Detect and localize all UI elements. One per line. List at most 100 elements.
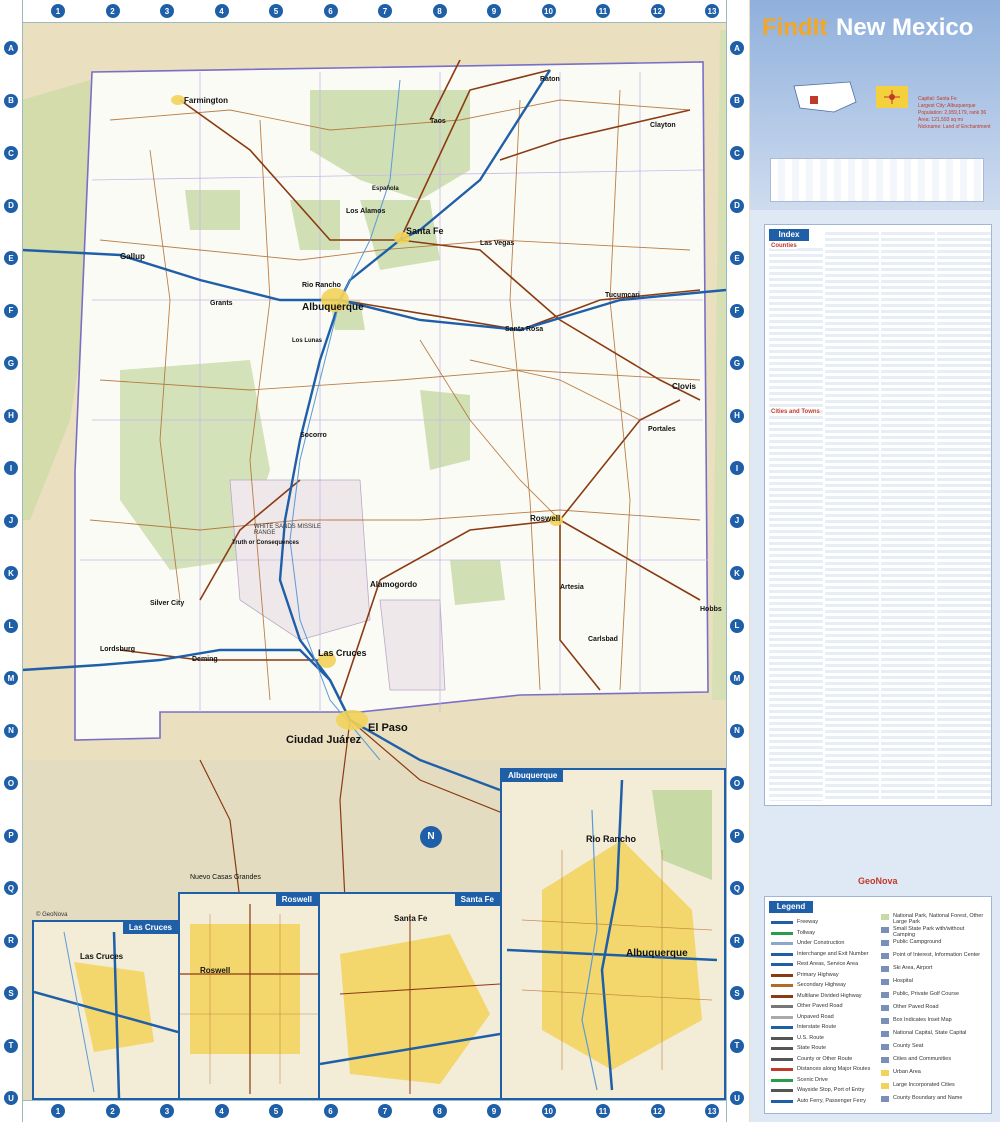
grid-row-I-left: I bbox=[4, 461, 18, 475]
inset-abq-rio-rancho: Rio Rancho bbox=[586, 834, 637, 844]
legend-item-label: Tollway bbox=[797, 929, 816, 936]
state-facts: Capital: Santa Fe Largest City: Albuquer… bbox=[918, 96, 998, 131]
grid-ruler-right bbox=[726, 0, 749, 1122]
state-title: New Mexico bbox=[836, 14, 974, 41]
grid-row-P-right: P bbox=[730, 828, 744, 843]
legend-swatch bbox=[771, 994, 793, 998]
legend-item-label: Scenic Drive bbox=[797, 1076, 828, 1083]
legend-item-label: Auto Ferry, Passenger Ferry bbox=[797, 1097, 866, 1104]
copyright-text: © GeoNova bbox=[36, 912, 68, 918]
grid-row-L-left: L bbox=[4, 618, 18, 633]
legend-item-label: Large Incorporated Cities bbox=[893, 1082, 955, 1088]
legend-symbol bbox=[881, 1096, 889, 1102]
grid-row-O-left: O bbox=[4, 776, 18, 790]
legend-swatch bbox=[771, 1057, 793, 1061]
compass-north-icon: N bbox=[420, 826, 442, 848]
legend-symbol bbox=[881, 1044, 889, 1050]
fact-largest-city: Largest City: Albuquerque bbox=[918, 103, 976, 109]
legend-symbol bbox=[881, 927, 889, 933]
grid-row-J-right: J bbox=[730, 513, 744, 528]
grid-row-G-right: G bbox=[730, 356, 744, 370]
grid-row-B-right: B bbox=[730, 93, 744, 108]
grid-row-L-right: L bbox=[730, 618, 744, 633]
grid-row-T-right: T bbox=[730, 1038, 744, 1053]
label-roswell: Roswell bbox=[530, 514, 561, 523]
legend-item-label: County or Other Route bbox=[797, 1055, 853, 1062]
label-farmington: Farmington bbox=[184, 96, 228, 105]
grid-row-S-left: S bbox=[4, 986, 18, 1000]
label-silver-city: Silver City bbox=[150, 600, 185, 607]
grid-col-4-bottom: 4 bbox=[214, 1104, 229, 1118]
legend-swatch bbox=[771, 1078, 793, 1082]
label-gallup: Gallup bbox=[120, 252, 145, 261]
label-nuevo-casas-grandes: Nuevo Casas Grandes bbox=[190, 874, 261, 881]
legend-swatch bbox=[771, 931, 793, 935]
grid-row-U-right: U bbox=[730, 1091, 744, 1105]
label-deming: Deming bbox=[192, 656, 218, 663]
legend-swatch bbox=[771, 973, 793, 977]
index-box: Index Counties Cities and Towns bbox=[764, 224, 992, 806]
title-box: FindIt New Mexico Capital: Santa Fe Larg… bbox=[750, 0, 1000, 210]
label-clovis: Clovis bbox=[672, 382, 697, 391]
legend-item-label: Public, Private Golf Course bbox=[893, 991, 960, 997]
label-clayton: Clayton bbox=[650, 122, 676, 129]
legend-item-label: Hospital bbox=[893, 978, 913, 984]
grid-row-J-left: J bbox=[4, 513, 18, 528]
grid-col-3-bottom: 3 bbox=[160, 1104, 174, 1118]
legend-swatch bbox=[771, 1068, 793, 1071]
legend-item-label: U.S. Route bbox=[797, 1034, 824, 1041]
legend-item-label: Distances along Major Routes bbox=[797, 1066, 871, 1072]
grid-row-D-left: D bbox=[4, 198, 18, 213]
index-counties-heading: Counties bbox=[771, 243, 797, 249]
grid-row-C-right: C bbox=[730, 146, 744, 160]
grid-col-12-bottom: 12 bbox=[650, 1104, 665, 1118]
grid-row-N-right: N bbox=[730, 723, 744, 738]
legend-item-label: Interstate Route bbox=[797, 1024, 837, 1030]
index-column-4 bbox=[937, 229, 991, 799]
legend-swatch bbox=[771, 952, 793, 956]
inset-albuquerque: Albuquerque Rio Rancho Albuquerque bbox=[500, 768, 726, 1100]
legend-symbol bbox=[881, 1083, 889, 1089]
inset-abq-albuquerque: Albuquerque bbox=[626, 948, 688, 959]
grid-row-K-right: K bbox=[730, 566, 744, 580]
side-panel: FindIt New Mexico Capital: Santa Fe Larg… bbox=[750, 0, 1000, 1122]
legend-box: Legend Freeway Tollway Under Construction I… bbox=[764, 896, 992, 1114]
legend-swatch bbox=[771, 942, 793, 945]
legend-item-label: Cities and Communities bbox=[893, 1056, 952, 1062]
grid-row-A-right: A bbox=[730, 41, 744, 55]
grid-row-T-left: T bbox=[4, 1038, 18, 1053]
legend-swatch bbox=[771, 984, 793, 987]
legend-symbol bbox=[881, 966, 889, 972]
label-espanola: Española bbox=[372, 186, 399, 192]
fort-bliss bbox=[379, 599, 446, 691]
grid-col-6-bottom: 6 bbox=[323, 1104, 338, 1118]
grid-col-11-top: 11 bbox=[596, 4, 610, 18]
legend-swatch bbox=[771, 1089, 793, 1092]
grid-col-1-top: 1 bbox=[51, 4, 65, 18]
index-column-1 bbox=[769, 245, 823, 801]
label-ciudad-juarez: Ciudad Juárez bbox=[286, 734, 362, 746]
inset-santa-fe-map bbox=[320, 914, 500, 1094]
legend-item-label: State Route bbox=[797, 1045, 827, 1051]
label-artesia: Artesia bbox=[560, 584, 584, 591]
legend-item-label: Primary Highway bbox=[797, 971, 839, 978]
label-los-alamos: Los Alamos bbox=[346, 208, 386, 215]
legend-symbol bbox=[881, 1057, 889, 1063]
grid-col-4-top: 4 bbox=[214, 4, 229, 18]
grid-col-10-top: 10 bbox=[541, 4, 556, 18]
us-locator-map bbox=[793, 81, 857, 113]
grid-row-U-left: U bbox=[4, 1091, 18, 1105]
grid-col-7-bottom: 7 bbox=[378, 1104, 392, 1118]
label-grants: Grants bbox=[210, 300, 233, 307]
grid-row-E-left: E bbox=[4, 251, 18, 265]
grid-row-F-left: F bbox=[4, 303, 18, 318]
legend-item-label: Point of Interest, Information Center bbox=[893, 952, 981, 958]
label-hobbs: Hobbs bbox=[700, 606, 722, 613]
legend-symbol bbox=[881, 914, 889, 920]
inset-las-cruces: Las Cruces Las Cruces bbox=[32, 920, 180, 1100]
fact-nickname: Nickname: Land of Enchantment bbox=[918, 124, 991, 130]
grid-col-9-top: 9 bbox=[487, 4, 501, 18]
grid-row-N-left: N bbox=[4, 723, 18, 738]
legend-swatch bbox=[771, 963, 793, 966]
legend-item-label: Freeway bbox=[797, 919, 819, 925]
